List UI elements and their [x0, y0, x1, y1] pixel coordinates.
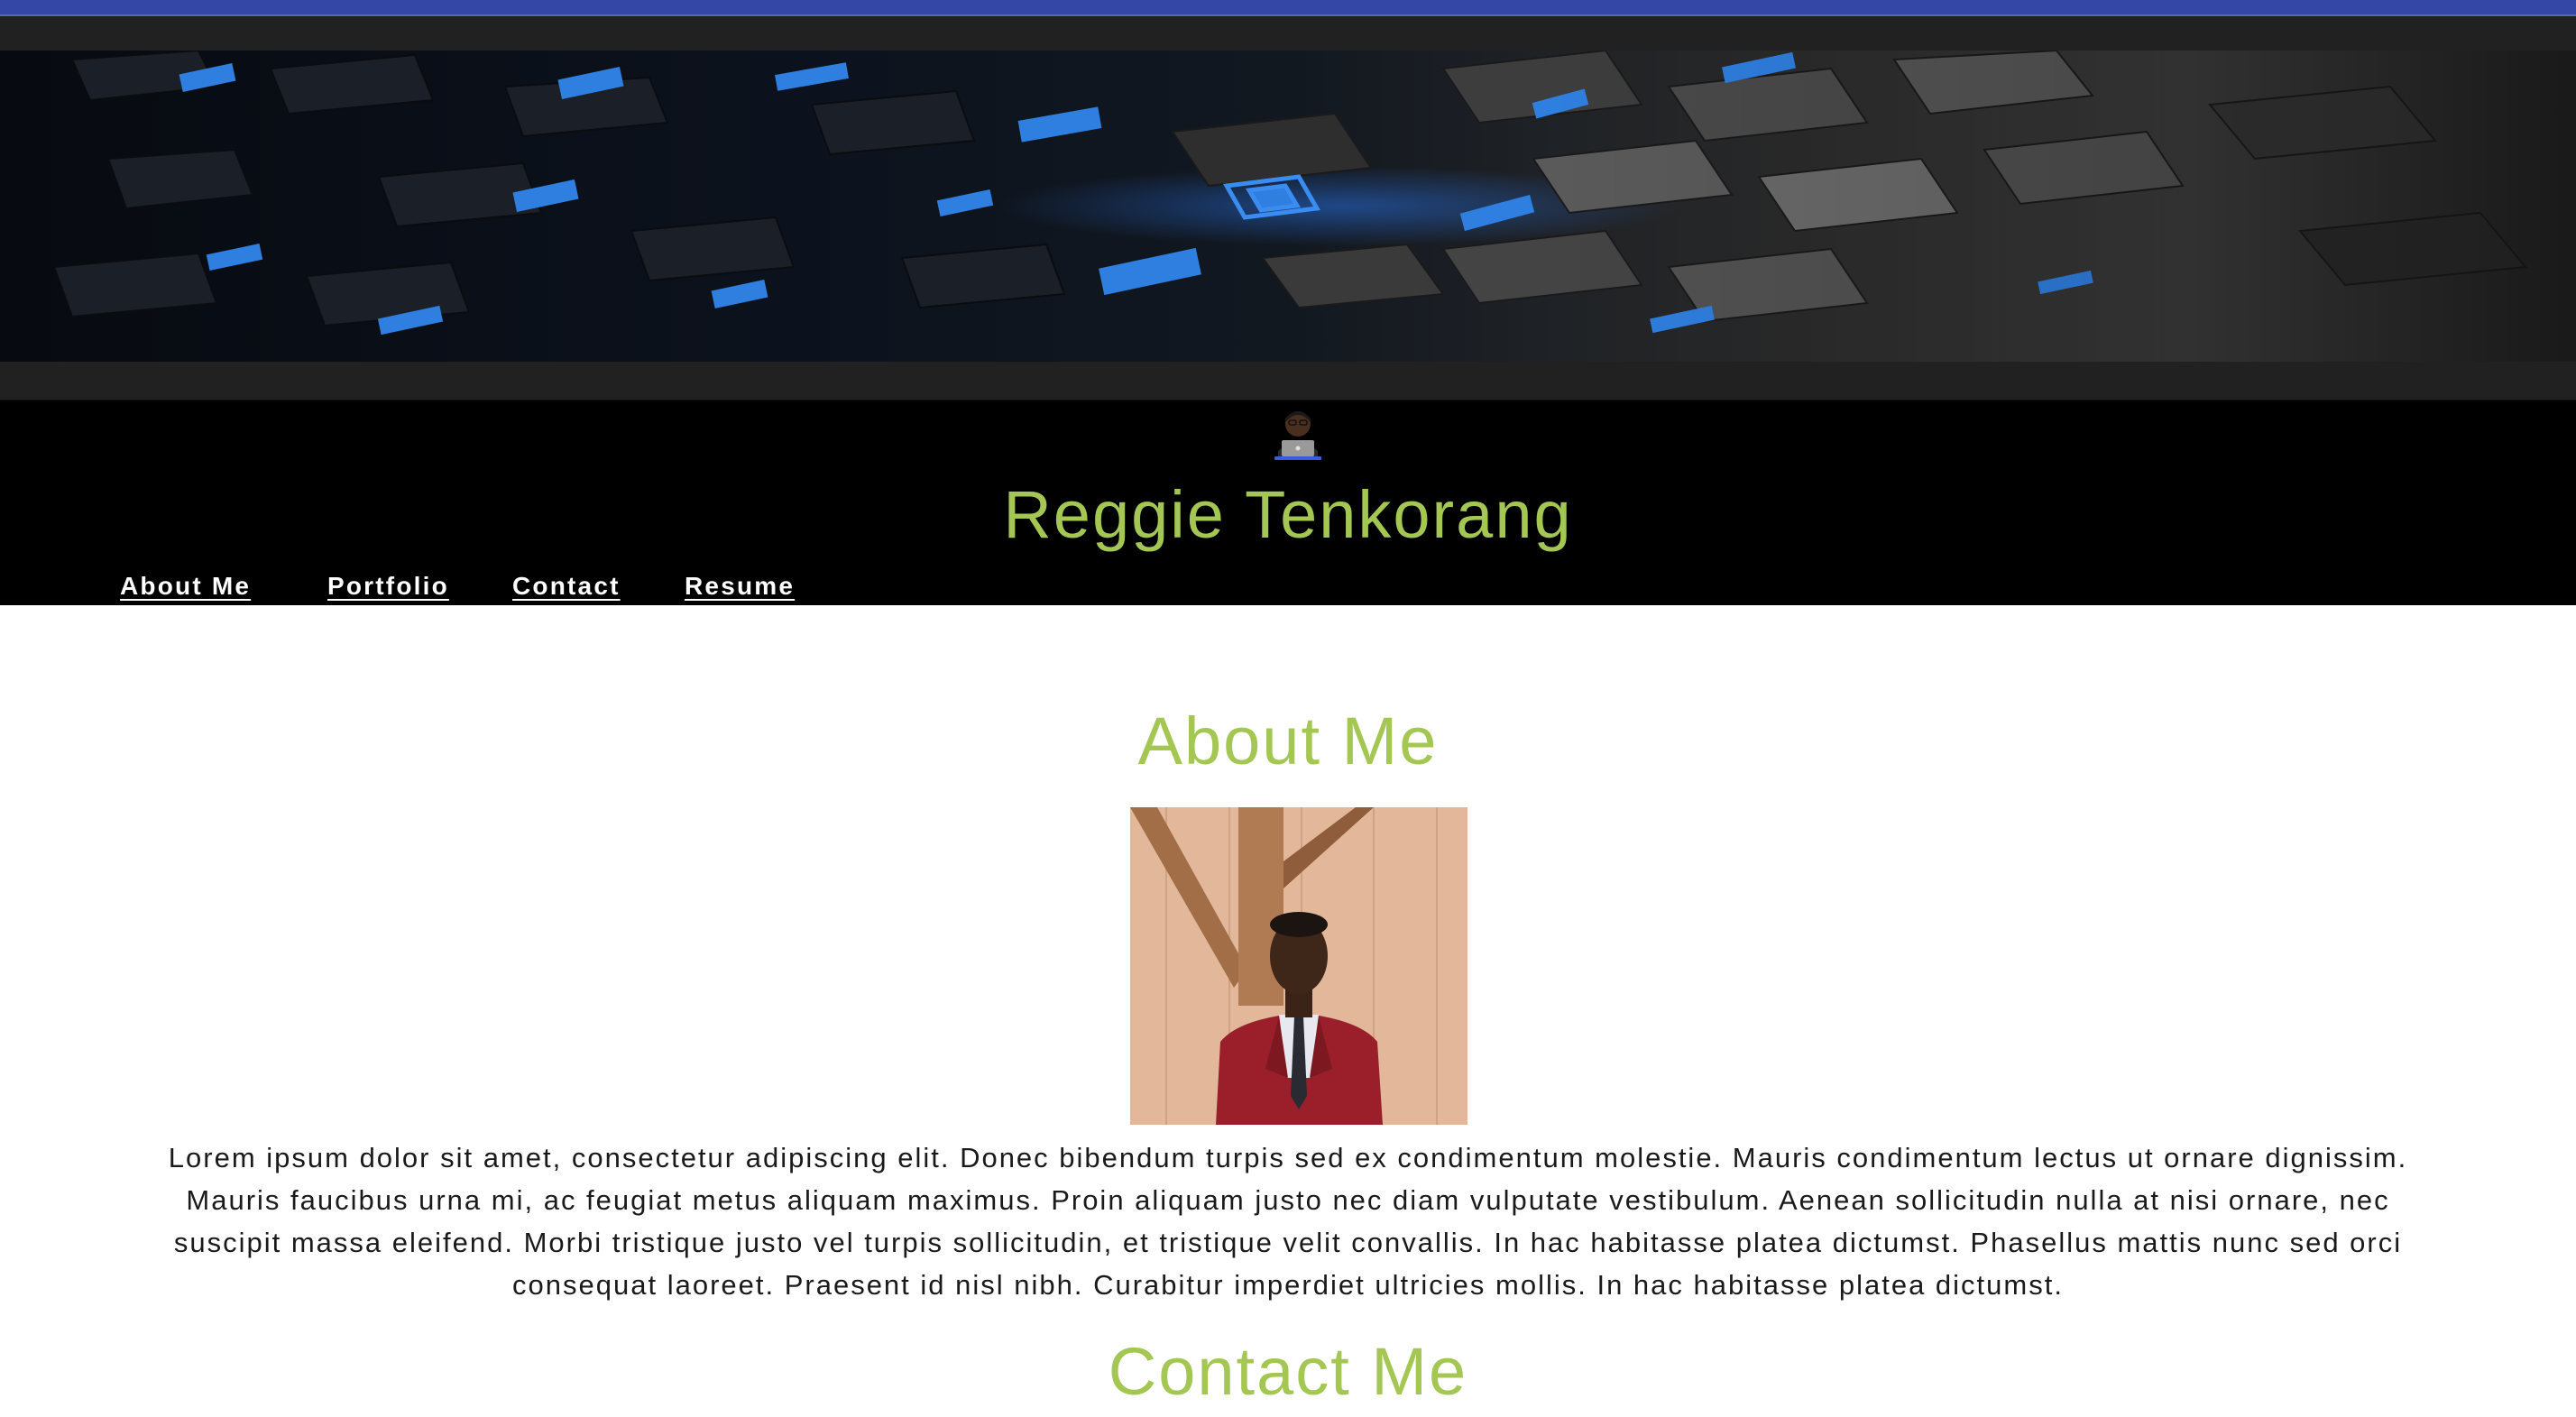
site-title: Reggie Tenkorang — [1003, 477, 1573, 552]
tech-cubes-banner-icon — [0, 51, 2576, 362]
banner-frame — [0, 16, 2576, 400]
nav-link-about-me[interactable]: About Me — [120, 572, 251, 601]
banner-image — [0, 51, 2576, 362]
profile-photo — [1130, 807, 1467, 1125]
person-with-laptop-icon — [1274, 411, 1321, 460]
nav-link-resume[interactable]: Resume — [685, 572, 795, 601]
profile-photo-icon — [1130, 807, 1467, 1125]
about-me-bio: Lorem ipsum dolor sit amet, consectetur … — [168, 1142, 2408, 1301]
nav-link-portfolio[interactable]: Portfolio — [327, 572, 449, 601]
contact-me-heading: Contact Me — [1108, 1334, 1468, 1409]
top-accent-strip — [0, 0, 2576, 16]
site-header: Reggie Tenkorang About Me Portfolio Cont… — [0, 400, 2576, 605]
about-me-heading: About Me — [1137, 704, 1439, 778]
nav-link-contact[interactable]: Contact — [512, 572, 621, 601]
